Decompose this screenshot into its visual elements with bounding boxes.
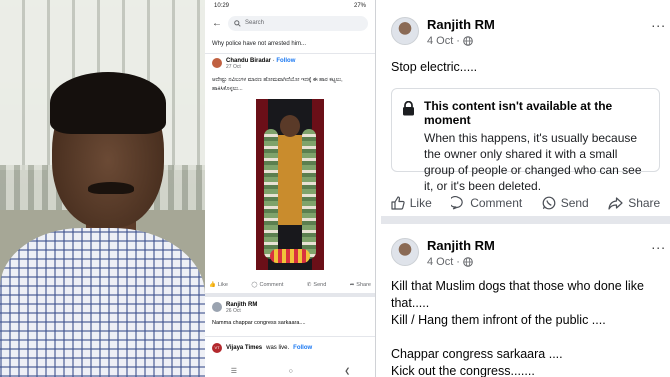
like-button[interactable]: Like — [391, 196, 432, 210]
image-figure-head — [280, 115, 300, 138]
share-icon: ➦ — [349, 282, 355, 289]
post-header: Ranjith RM 4 Oct · ... — [381, 0, 670, 47]
like-button[interactable]: 👍 Like — [209, 282, 228, 288]
like-icon: 👍 — [209, 282, 216, 289]
comment-button[interactable]: Comment — [451, 196, 522, 210]
comment-button[interactable]: ◯ Comment — [251, 282, 283, 288]
whatsapp-send-icon — [542, 196, 556, 210]
profile-photo — [0, 0, 205, 377]
avatar[interactable] — [212, 58, 222, 68]
shared-page-row: VT Vijaya Times was live. Follow — [205, 336, 375, 354]
comment-text: Namma chappar congress sarkaara.... — [212, 320, 306, 327]
like-icon — [391, 196, 405, 210]
facebook-feed: Ranjith RM 4 Oct · ... Stop electric....… — [381, 0, 670, 377]
unavailable-content-notice: This content isn't available at the mome… — [391, 88, 660, 193]
image-garland-left — [264, 129, 278, 260]
globe-icon — [463, 257, 473, 267]
post-author[interactable]: Ranjith RM — [427, 238, 495, 253]
post-action-bar: Like Comment Send Share — [381, 196, 670, 210]
post-text: Stop electric..... — [391, 60, 478, 74]
person-checked-shirt — [0, 228, 205, 377]
avatar[interactable] — [391, 238, 419, 266]
avatar[interactable] — [212, 302, 222, 313]
lock-icon — [402, 99, 416, 161]
search-placeholder: Search — [245, 20, 265, 26]
page-logo[interactable]: VT — [212, 343, 222, 354]
phone-screenshot: 10:29 27% ← Search Why police have not a… — [205, 0, 376, 377]
post-date[interactable]: 4 Oct — [427, 256, 453, 268]
more-dots-icon[interactable]: ... — [651, 236, 666, 252]
person-hair — [50, 72, 166, 134]
recents-icon[interactable]: ☰ — [231, 367, 237, 375]
post-image[interactable] — [256, 99, 324, 271]
post-date: 27 Oct — [226, 64, 241, 70]
phone-post-header: Chandu Biradar · Follow 27 Oct — [212, 58, 368, 70]
shared-page-name[interactable]: Vijaya Times — [226, 345, 262, 351]
send-button[interactable]: ✆ Send — [307, 282, 326, 288]
search-input[interactable]: Search — [228, 15, 368, 31]
share-icon — [608, 196, 623, 210]
share-button[interactable]: Share — [608, 196, 660, 210]
comment-icon — [451, 196, 463, 210]
post-text: Kill that Muslim dogs that those who don… — [391, 279, 644, 377]
more-dots-icon[interactable]: ... — [651, 14, 666, 30]
post-author[interactable]: Ranjith RM — [427, 17, 495, 32]
avatar[interactable] — [391, 17, 419, 45]
follow-link[interactable]: Follow — [293, 345, 312, 351]
comment-date: 26 Oct — [226, 308, 241, 315]
group-card-title: Why police have not arrested him... — [205, 33, 375, 54]
shared-page-status: was live. — [266, 345, 290, 352]
android-nav-bar: ☰ ○ ❮ — [205, 365, 375, 377]
search-row: ← Search — [205, 13, 375, 33]
phone-comment: Ranjith RM 26 Oct Namma chappar congress… — [205, 297, 375, 330]
share-button[interactable]: ➦ Share — [350, 282, 371, 288]
image-garland-right — [302, 129, 316, 260]
whatsapp-send-icon: ✆ — [306, 282, 312, 289]
status-battery: 27% — [353, 3, 366, 9]
follow-link[interactable]: Follow — [276, 58, 295, 64]
globe-icon — [463, 36, 473, 46]
send-button[interactable]: Send — [542, 196, 589, 210]
status-time: 10:29 — [214, 3, 230, 9]
post-card-1: Ranjith RM 4 Oct · ... Stop electric....… — [381, 0, 670, 224]
image-flowers — [270, 249, 310, 264]
phone-post: Chandu Biradar · Follow 27 Oct ಆದೇಷ್ಟು ನ… — [205, 54, 375, 274]
back-nav-icon[interactable]: ❮ — [344, 367, 350, 375]
home-icon[interactable]: ○ — [289, 368, 293, 375]
status-bar: 10:29 27% — [205, 0, 375, 13]
post-date[interactable]: 4 Oct — [427, 35, 453, 47]
post-text: ಆದೇಷ್ಟು ನವಿಲುಗಳ ಮಾರಣ ಹೋಮವಾಗಿದೆಯೋ ಇದಕ್ಕೆ … — [212, 77, 343, 92]
post-card-2: Ranjith RM 4 Oct · ... Kill that Muslim … — [381, 232, 670, 377]
notice-body: When this happens, it's usually because … — [424, 131, 642, 193]
back-arrow-icon[interactable]: ← — [212, 18, 222, 29]
search-icon — [234, 19, 241, 27]
person-mustache — [88, 182, 134, 194]
phone-action-bar: 👍 Like ◯ Comment ✆ Send ➦ Share — [205, 274, 375, 298]
notice-title: This content isn't available at the mome… — [424, 99, 613, 127]
post-header: Ranjith RM 4 Oct · ... — [381, 232, 670, 268]
comment-icon: ◯ — [251, 282, 258, 289]
